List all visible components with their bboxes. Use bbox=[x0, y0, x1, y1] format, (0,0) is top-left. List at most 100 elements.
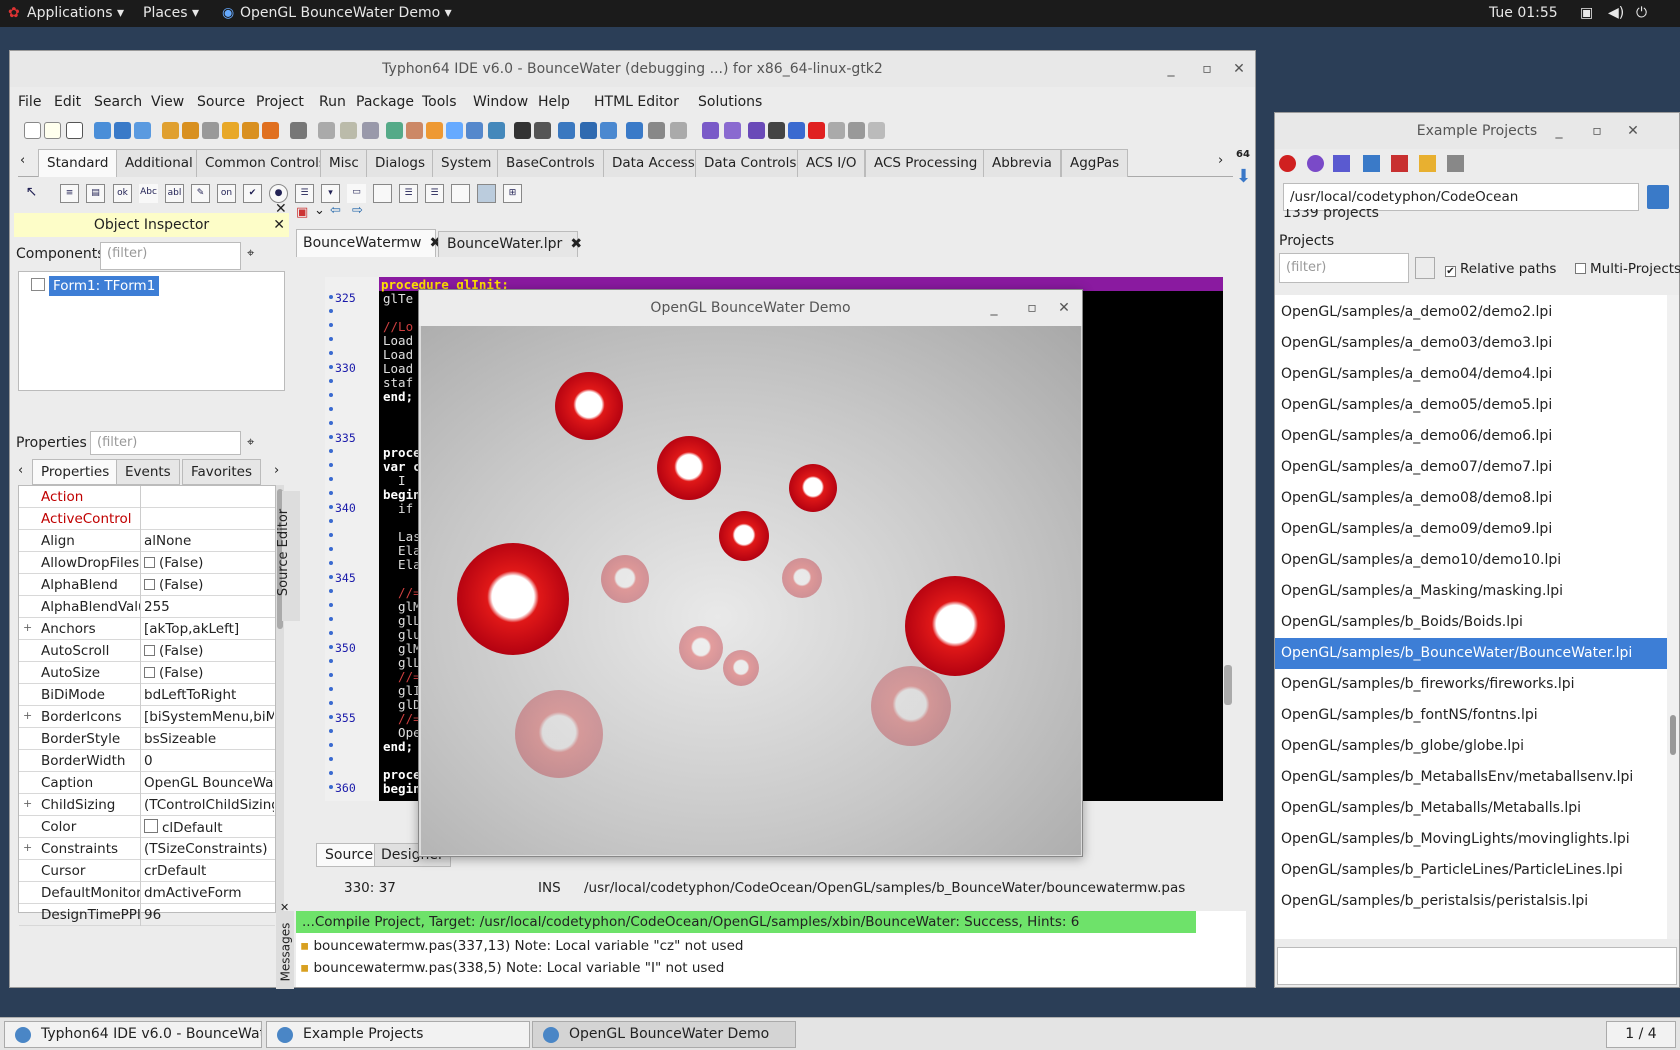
relative-paths-checkbox[interactable]: ✔ Relative paths bbox=[1445, 261, 1556, 277]
checkbox-icon[interactable] bbox=[144, 557, 155, 568]
project-list-item[interactable]: OpenGL/samples/a_demo10/demo10.lpi bbox=[1275, 545, 1667, 576]
breakpoint-marker[interactable] bbox=[329, 631, 333, 635]
property-value-cell[interactable]: 96 bbox=[144, 907, 274, 923]
property-value-cell[interactable]: [akTop,akLeft] bbox=[144, 621, 274, 637]
save-icon[interactable] bbox=[202, 122, 219, 139]
tab-data-access[interactable]: Data Access bbox=[603, 149, 704, 177]
tframe-icon[interactable] bbox=[477, 184, 496, 203]
breakpoint-marker[interactable] bbox=[329, 701, 333, 705]
bookmark-icon[interactable]: ▣ bbox=[296, 205, 308, 220]
folder-icon[interactable] bbox=[1419, 155, 1436, 172]
clean-icon[interactable] bbox=[1391, 155, 1408, 172]
property-value-cell[interactable]: 0 bbox=[144, 753, 274, 769]
checkbox-icon[interactable] bbox=[144, 667, 155, 678]
property-row[interactable]: + BorderIcons [biSystemMenu,biMinimize] bbox=[19, 706, 275, 728]
breakpoint-marker[interactable] bbox=[329, 295, 333, 299]
tools-icon[interactable] bbox=[648, 122, 665, 139]
project-list-item[interactable]: OpenGL/samples/a_demo02/demo2.lpi bbox=[1275, 297, 1667, 328]
tmemo-icon[interactable]: ✎ bbox=[191, 184, 210, 203]
breakpoint-marker[interactable] bbox=[329, 393, 333, 397]
menu-project[interactable]: Project bbox=[256, 94, 304, 110]
active-app-menu[interactable]: OpenGL BounceWater Demo ▾ bbox=[240, 5, 452, 21]
tcombobox-icon[interactable]: ▾ bbox=[321, 184, 340, 203]
checkbox-icon[interactable] bbox=[144, 645, 155, 656]
property-row[interactable]: ActiveControl bbox=[19, 508, 275, 530]
tgroupbox-icon[interactable] bbox=[373, 184, 392, 203]
projects-filter-input[interactable]: (filter) bbox=[1279, 253, 1409, 283]
tab-favorites[interactable]: Favorites bbox=[182, 459, 261, 485]
menu-html-editor[interactable]: HTML Editor bbox=[594, 94, 679, 110]
menu-source[interactable]: Source bbox=[197, 94, 245, 110]
property-row[interactable]: BorderWidth 0 bbox=[19, 750, 275, 772]
tab-system[interactable]: System bbox=[432, 149, 501, 177]
property-row[interactable]: AllowDropFiles (False) bbox=[19, 552, 275, 574]
property-row[interactable]: AlphaBlendValue255 bbox=[19, 596, 275, 618]
property-row[interactable]: Cursor crDefault bbox=[19, 860, 275, 882]
step-icon[interactable] bbox=[580, 122, 597, 139]
property-value-cell[interactable]: bsSizeable bbox=[144, 731, 274, 747]
breakpoint-marker[interactable] bbox=[329, 575, 333, 579]
tabs-left-icon[interactable]: ‹ bbox=[18, 463, 23, 478]
breakpoint-marker[interactable] bbox=[329, 421, 333, 425]
menu-file[interactable]: File bbox=[18, 94, 41, 110]
power-icon[interactable]: ⏻ bbox=[1636, 5, 1647, 21]
ide-titlebar[interactable]: Typhon64 IDE v6.0 - BounceWater (debuggi… bbox=[10, 51, 1255, 87]
run-icon[interactable] bbox=[748, 122, 765, 139]
breakpoint-marker[interactable] bbox=[329, 673, 333, 677]
property-value-cell[interactable]: [biSystemMenu,biMinimize] bbox=[144, 709, 274, 725]
gldemo-maximize-button[interactable]: ▫ bbox=[1020, 290, 1044, 326]
tab-bouncewatermw[interactable]: BounceWatermw ✖ bbox=[296, 229, 441, 257]
properties-filter-input[interactable]: (filter) bbox=[90, 431, 241, 455]
tab-common-controls[interactable]: Common Controls bbox=[196, 149, 335, 177]
checkbox-icon[interactable] bbox=[144, 579, 155, 590]
task-example-projects[interactable]: Example Projects bbox=[266, 1021, 530, 1048]
pause-icon[interactable] bbox=[788, 122, 805, 139]
project-list-item[interactable]: OpenGL/samples/b_peristalsis/peristalsis… bbox=[1275, 886, 1667, 917]
tpanel-icon[interactable] bbox=[451, 184, 470, 203]
editor-scrollbar[interactable] bbox=[1223, 261, 1233, 785]
message-note-2[interactable]: ▪ bouncewatermw.pas(338,5) Note: Local v… bbox=[300, 960, 724, 976]
project-inspector-icon[interactable] bbox=[340, 122, 357, 139]
breakpoint-marker[interactable] bbox=[329, 533, 333, 537]
task-opengl-demo[interactable]: OpenGL BounceWater Demo bbox=[532, 1021, 796, 1048]
breakpoint-marker[interactable] bbox=[329, 477, 333, 481]
project-list-item[interactable]: OpenGL/samples/a_demo05/demo5.lpi bbox=[1275, 390, 1667, 421]
view-units-icon[interactable] bbox=[386, 122, 403, 139]
tab-misc[interactable]: Misc bbox=[320, 149, 368, 177]
tab-additional[interactable]: Additional bbox=[116, 149, 202, 177]
breakpoint-marker[interactable] bbox=[329, 589, 333, 593]
property-value-cell[interactable]: bdLeftToRight bbox=[144, 687, 274, 703]
breakpoint-marker[interactable] bbox=[329, 687, 333, 691]
new-unit-icon[interactable] bbox=[66, 122, 83, 139]
close-editor-icon[interactable]: ✕ bbox=[275, 201, 287, 217]
tbutton-icon[interactable]: ok bbox=[113, 184, 132, 203]
tcheckgroup-icon[interactable]: ☰ bbox=[425, 184, 444, 203]
maximize-button[interactable]: ▫ bbox=[1195, 51, 1219, 87]
breakpoint-marker[interactable] bbox=[329, 365, 333, 369]
close-messages-icon[interactable]: ✕ bbox=[280, 901, 289, 914]
applications-menu[interactable]: Applications ▾ bbox=[27, 5, 124, 21]
property-value-cell[interactable]: OpenGL BounceWater Demo bbox=[144, 775, 274, 791]
breakpoint-marker[interactable] bbox=[329, 659, 333, 663]
compile-result[interactable]: ...Compile Project, Target: /usr/local/c… bbox=[296, 911, 1196, 933]
message-note-1[interactable]: ▪ bouncewatermw.pas(337,13) Note: Local … bbox=[300, 938, 743, 954]
breakpoint-marker[interactable] bbox=[329, 323, 333, 327]
view-forms-icon[interactable] bbox=[406, 122, 423, 139]
close-button[interactable]: ✕ bbox=[1227, 51, 1251, 87]
property-row[interactable]: + ChildSizing (TControlChildSizing) bbox=[19, 794, 275, 816]
project-list-item[interactable]: OpenGL/samples/a_Masking/masking.lpi bbox=[1275, 576, 1667, 607]
expand-icon[interactable]: + bbox=[23, 841, 32, 854]
breakpoint-marker[interactable] bbox=[329, 435, 333, 439]
minimize-button[interactable]: _ bbox=[1159, 51, 1183, 87]
places-menu[interactable]: Places ▾ bbox=[143, 5, 199, 21]
property-value-cell[interactable]: (False) bbox=[144, 665, 274, 681]
property-value-cell[interactable]: (False) bbox=[144, 577, 274, 593]
property-row[interactable]: Align alNone bbox=[19, 530, 275, 552]
project-options-icon[interactable] bbox=[290, 122, 307, 139]
run-params-icon[interactable] bbox=[558, 122, 575, 139]
breakpoint-marker[interactable] bbox=[329, 617, 333, 621]
pointer-icon[interactable]: ↖ bbox=[22, 184, 41, 203]
stop-icon[interactable] bbox=[808, 122, 825, 139]
jump-dropdown-icon[interactable]: ⌄ bbox=[314, 203, 325, 218]
tab-basecontrols[interactable]: BaseControls bbox=[497, 149, 604, 177]
